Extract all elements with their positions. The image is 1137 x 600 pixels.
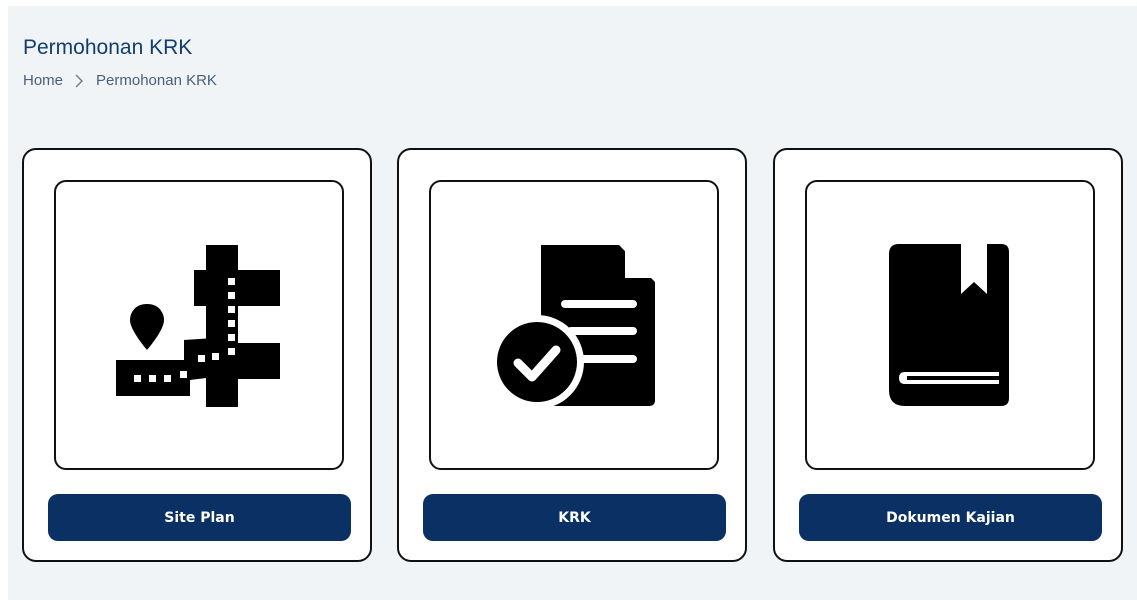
icon-box <box>429 180 719 470</box>
card-site-plan: Site Plan <box>22 148 372 562</box>
breadcrumb: Home Permohonan KRK <box>23 72 217 89</box>
icon-box <box>54 180 344 470</box>
book-bookmark-icon <box>889 244 1009 406</box>
map-route-icon <box>116 245 280 407</box>
card-dokumen-kajian: Dokumen Kajian <box>773 148 1123 562</box>
dokumen-kajian-button[interactable]: Dokumen Kajian <box>799 494 1102 541</box>
card-krk: KRK <box>397 148 747 562</box>
page-container: Permohonan KRK Home Permohonan KRK Site … <box>8 6 1137 600</box>
page-title: Permohonan KRK <box>23 36 193 59</box>
breadcrumb-current: Permohonan KRK <box>96 72 217 89</box>
chevron-right-icon <box>75 74 84 87</box>
site-plan-button[interactable]: Site Plan <box>48 494 351 541</box>
document-check-icon <box>490 245 655 409</box>
icon-box <box>805 180 1095 470</box>
breadcrumb-home-link[interactable]: Home <box>23 72 63 89</box>
krk-button[interactable]: KRK <box>423 494 726 541</box>
